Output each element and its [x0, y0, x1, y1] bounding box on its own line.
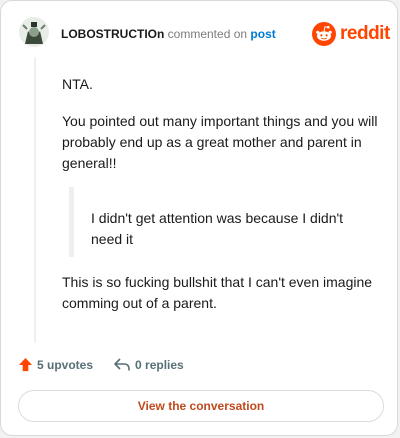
avatar[interactable]	[19, 17, 49, 47]
upvotes-count: 5 upvotes	[37, 357, 94, 372]
comment-paragraph-2: You pointed out many important things an…	[62, 113, 378, 171]
commented-on-label: commented on	[167, 27, 248, 41]
upvotes-button[interactable]: 5 upvotes	[18, 357, 93, 372]
avatar-image	[19, 17, 49, 47]
blockquote-text: I didn't get attention was because I did…	[91, 210, 344, 247]
post-link[interactable]: post	[250, 27, 275, 41]
upvote-arrow-icon	[18, 357, 33, 372]
comment-paragraph-3: This is so fucking bullshit that I can't…	[62, 274, 373, 311]
replies-count: 0 replies	[135, 357, 184, 372]
blockquote-bar	[69, 187, 74, 257]
comment-footer: 5 upvotes 0 replies	[18, 357, 184, 372]
reply-icon	[114, 358, 130, 371]
comment-header: LOBOSTRUCTIOn commented on post	[61, 27, 276, 41]
comment-paragraph-1: NTA.	[62, 76, 93, 92]
view-conversation-button[interactable]: View the conversation	[18, 390, 384, 422]
reddit-wordmark: reddit	[340, 23, 390, 44]
reddit-logo-icon	[312, 22, 336, 46]
comment-card: LOBOSTRUCTIOn commented on post reddit N…	[0, 0, 398, 436]
reddit-logo[interactable]: reddit	[312, 22, 390, 46]
replies-button[interactable]: 0 replies	[113, 357, 184, 372]
username-link[interactable]: LOBOSTRUCTIOn	[61, 27, 164, 41]
thread-line[interactable]	[34, 57, 36, 343]
